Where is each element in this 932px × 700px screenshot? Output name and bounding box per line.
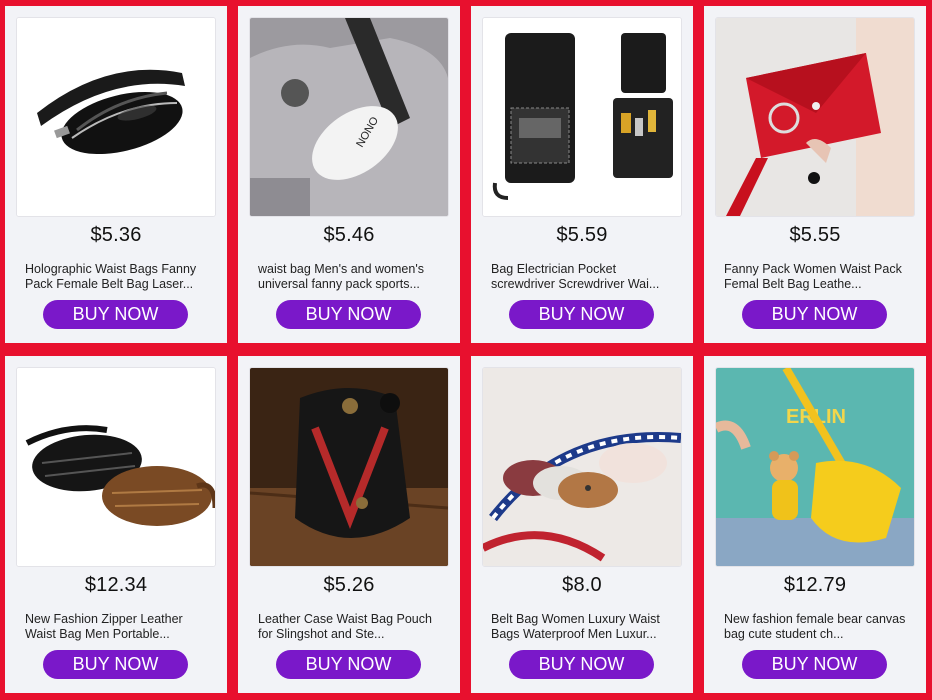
product-card[interactable]: NONO $5.46 waist bag Men's and women's u… <box>238 6 460 343</box>
product-card[interactable]: $8.0 Belt Bag Women Luxury Waist Bags Wa… <box>471 356 693 693</box>
product-title[interactable]: Belt Bag Women Luxury Waist Bags Waterpr… <box>491 612 675 642</box>
product-price: $5.55 <box>789 224 841 246</box>
product-price: $5.26 <box>323 574 375 596</box>
product-title[interactable]: waist bag Men's and women's universal fa… <box>258 262 442 292</box>
product-price: $5.46 <box>323 224 375 246</box>
product-price: $8.0 <box>562 574 602 596</box>
buy-now-button[interactable]: BUY NOW <box>509 650 654 679</box>
product-image[interactable] <box>16 17 216 217</box>
product-title[interactable]: Leather Case Waist Bag Pouch for Slingsh… <box>258 612 442 642</box>
yellow-bear-canvas-bag-icon: ERLIN <box>716 368 914 566</box>
product-title[interactable]: Holographic Waist Bags Fanny Pack Female… <box>25 262 209 292</box>
striped-strap-belt-bags-icon <box>483 368 681 566</box>
product-title[interactable]: Bag Electrician Pocket screwdriver Screw… <box>491 262 675 292</box>
buy-now-button[interactable]: BUY NOW <box>43 300 188 329</box>
product-title[interactable]: New fashion female bear canvas bag cute … <box>724 612 908 642</box>
product-image[interactable] <box>482 367 682 567</box>
buy-now-button[interactable]: BUY NOW <box>276 300 421 329</box>
product-card[interactable]: ERLIN $12.79 New fashion female bear can… <box>704 356 926 693</box>
product-image[interactable] <box>249 367 449 567</box>
product-image[interactable] <box>482 17 682 217</box>
leather-slingshot-pouch-icon <box>250 368 448 566</box>
product-image[interactable] <box>16 367 216 567</box>
product-card[interactable]: $5.26 Leather Case Waist Bag Pouch for S… <box>238 356 460 693</box>
buy-now-button[interactable]: BUY NOW <box>276 650 421 679</box>
product-image[interactable]: ERLIN <box>715 367 915 567</box>
product-card[interactable]: $12.34 New Fashion Zipper Leather Waist … <box>5 356 227 693</box>
product-grid: $5.36 Holographic Waist Bags Fanny Pack … <box>0 0 932 700</box>
product-price: $12.79 <box>783 574 847 596</box>
product-price: $5.59 <box>556 224 608 246</box>
product-image[interactable]: NONO <box>249 17 449 217</box>
black-glossy-waist-bag-icon <box>17 18 215 216</box>
white-nono-chest-bag-icon: NONO <box>250 18 448 216</box>
buy-now-button[interactable]: BUY NOW <box>509 300 654 329</box>
product-title[interactable]: New Fashion Zipper Leather Waist Bag Men… <box>25 612 209 642</box>
product-price: $12.34 <box>84 574 148 596</box>
product-card[interactable]: $5.36 Holographic Waist Bags Fanny Pack … <box>5 6 227 343</box>
product-card[interactable]: $5.59 Bag Electrician Pocket screwdriver… <box>471 6 693 343</box>
buy-now-button[interactable]: BUY NOW <box>742 300 887 329</box>
black-brown-leather-waist-bags-icon <box>17 368 215 566</box>
electrician-tool-pouch-icon <box>483 18 681 216</box>
buy-now-button[interactable]: BUY NOW <box>43 650 188 679</box>
product-title[interactable]: Fanny Pack Women Waist Pack Femal Belt B… <box>724 262 908 292</box>
product-price: $5.36 <box>90 224 142 246</box>
buy-now-button[interactable]: BUY NOW <box>742 650 887 679</box>
product-card[interactable]: $5.55 Fanny Pack Women Waist Pack Femal … <box>704 6 926 343</box>
product-image[interactable] <box>715 17 915 217</box>
red-envelope-ring-bag-icon <box>716 18 914 216</box>
